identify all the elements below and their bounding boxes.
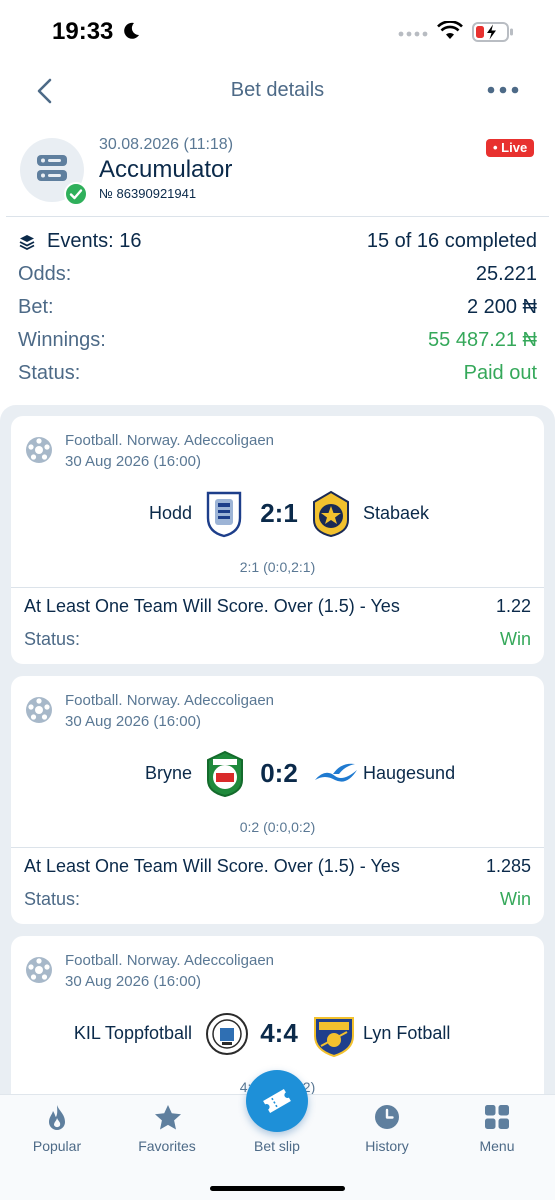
market-name: At Least One Team Will Score. Over (1.5)… [24, 596, 400, 616]
league-name: Football. Norway. Adeccoligaen [65, 952, 275, 969]
team-crest-icon [314, 1017, 354, 1058]
home-team-name: KIL Toppfotball [73, 1023, 192, 1043]
nav-popular-label: Popular [32, 1138, 82, 1154]
divider [6, 216, 549, 217]
clock-icon [375, 1105, 399, 1129]
divider [11, 587, 544, 588]
ticket-icon [263, 1088, 291, 1114]
more-options-icon[interactable] [484, 78, 524, 102]
bet-date: 30.08.2026 (11:18) [99, 136, 234, 153]
event-status-value: Win [500, 889, 531, 909]
odds-row: Odds: 25.221 [18, 263, 537, 291]
nav-favorites-label: Favorites [138, 1138, 196, 1154]
nav-menu-label: Menu [479, 1138, 515, 1154]
event-odds: 1.22 [495, 596, 531, 616]
bet-number: № 86390921941 [99, 186, 197, 201]
event-card[interactable]: Football. Norway. Adeccoligaen 30 Aug 20… [11, 676, 544, 924]
page-title: Bet details [230, 79, 325, 101]
team-crest-icon [206, 1013, 248, 1055]
football-icon [26, 697, 52, 723]
nav-menu[interactable]: Menu [442, 1095, 552, 1165]
event-date: 30 Aug 2026 (16:00) [65, 713, 201, 730]
moon-icon [124, 22, 139, 39]
header: Bet details [0, 66, 555, 116]
nav-history-label: History [365, 1138, 409, 1154]
odds-value: 25.221 [475, 263, 537, 285]
nav-popular[interactable]: Popular [2, 1095, 112, 1165]
event-status-label: Status: [24, 629, 81, 649]
status-row: Status: Paid out [18, 362, 537, 390]
nav-bet-slip-label: Bet slip [254, 1138, 300, 1154]
bet-value: 2 200 ₦ [466, 296, 537, 318]
bet-label: Bet: [18, 296, 54, 318]
events-list[interactable]: Football. Norway. Adeccoligaen 30 Aug 20… [0, 405, 555, 1095]
away-team-name: Stabaek [363, 503, 430, 523]
winnings-label: Winnings: [18, 329, 106, 351]
home-indicator [210, 1186, 345, 1191]
match-score: 2:1 [260, 498, 298, 528]
home-team-name: Bryne [144, 763, 192, 783]
match-score: 4:4 [260, 1018, 298, 1048]
status-time: 19:33 [52, 18, 114, 45]
football-icon [26, 437, 52, 463]
away-team-name: Lyn Fotball [363, 1023, 451, 1043]
cellular-signal-icon [398, 31, 428, 37]
team-crest-icon [207, 750, 243, 798]
team-crest-icon [315, 763, 357, 782]
winnings-row: Winnings: 55 487.21 ₦ [18, 329, 537, 357]
away-team-name: Haugesund [363, 763, 456, 783]
bet-slip-button[interactable] [246, 1070, 308, 1132]
score-details: 2:1 (0:0,2:1) [239, 559, 316, 575]
events-completed: 15 of 16 completed [366, 230, 537, 252]
nav-history[interactable]: History [332, 1095, 442, 1165]
event-date: 30 Aug 2026 (16:00) [65, 453, 201, 470]
wifi-icon [437, 21, 463, 39]
match-row: Hodd 2:1 Stabaek [11, 486, 544, 542]
event-date: 30 Aug 2026 (16:00) [65, 973, 201, 990]
football-icon [26, 957, 52, 983]
flame-icon [49, 1105, 65, 1130]
league-name: Football. Norway. Adeccoligaen [65, 432, 275, 449]
team-crest-icon [313, 490, 349, 538]
market-name: At Least One Team Will Score. Over (1.5)… [24, 856, 400, 876]
match-row: KIL Toppfotball 4:4 Lyn Fotball [11, 1006, 544, 1062]
status-bar: 19:33 [0, 0, 555, 66]
status-value: Paid out [463, 362, 537, 384]
event-card[interactable]: Football. Norway. Adeccoligaen 30 Aug 20… [11, 416, 544, 664]
match-row: Bryne 0:2 Haugesund [11, 746, 544, 802]
star-icon [155, 1105, 181, 1130]
team-crest-icon [206, 491, 242, 538]
battery-icon [472, 22, 513, 42]
grid-icon [485, 1105, 509, 1129]
events-row: Events: 16 15 of 16 completed [18, 230, 537, 258]
divider [11, 847, 544, 848]
home-team-name: Hodd [148, 503, 192, 523]
bet-type: Accumulator [99, 156, 233, 183]
event-odds: 1.285 [485, 856, 531, 876]
event-status-label: Status: [24, 889, 81, 909]
score-details: 0:2 (0:0,0:2) [239, 819, 316, 835]
bet-row: Bet: 2 200 ₦ [18, 296, 537, 324]
events-count: Events: 16 [47, 230, 142, 252]
event-status-value: Win [500, 629, 531, 649]
live-badge: • Live [486, 139, 535, 157]
match-score: 0:2 [260, 758, 298, 788]
league-name: Football. Norway. Adeccoligaen [65, 692, 275, 709]
layers-icon [19, 235, 35, 251]
winnings-value: 55 487.21 ₦ [428, 329, 537, 351]
nav-favorites[interactable]: Favorites [112, 1095, 222, 1165]
status-label: Status: [18, 362, 81, 384]
check-icon [64, 182, 88, 206]
odds-label: Odds: [18, 263, 72, 285]
